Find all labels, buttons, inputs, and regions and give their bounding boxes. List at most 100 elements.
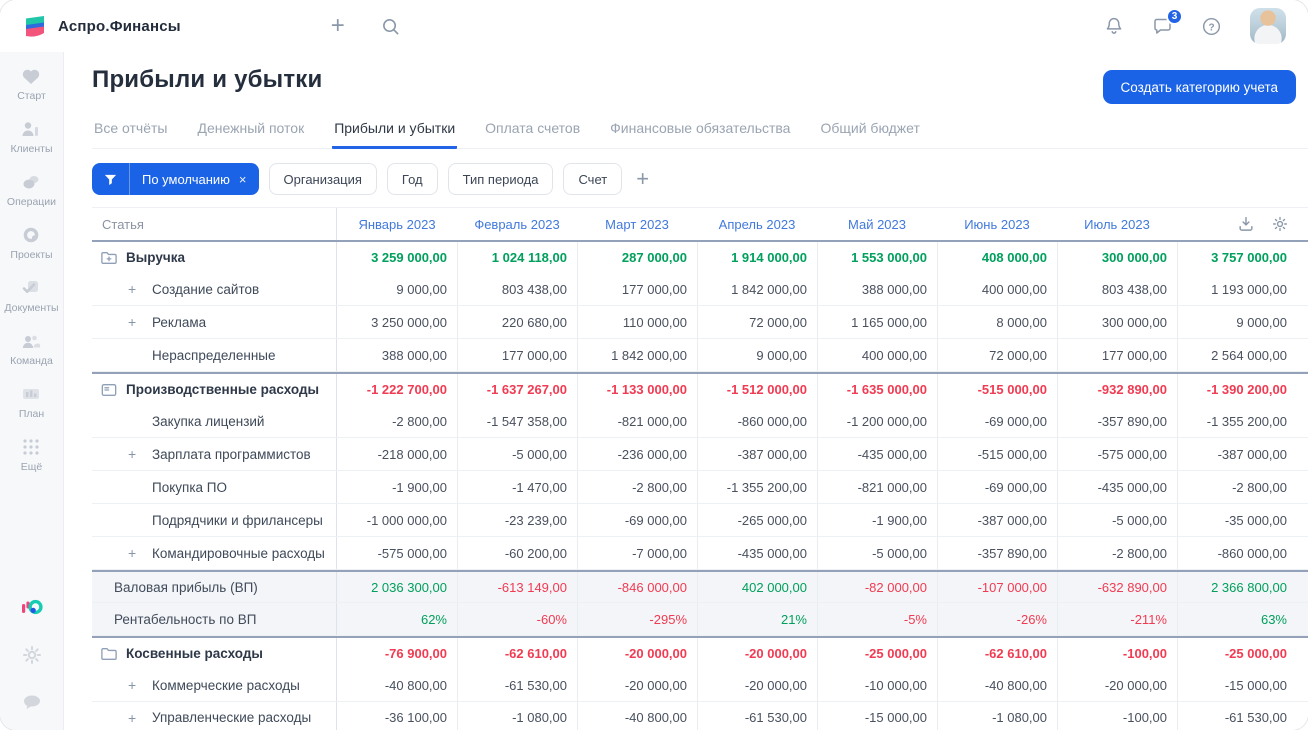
sidebar-item-clients[interactable]: Клиенты — [4, 119, 58, 155]
settings-gear-icon[interactable] — [21, 644, 43, 666]
app-logo-icon — [22, 13, 48, 39]
chat-icon[interactable]: 3 — [1152, 8, 1183, 36]
cell-value: -1 200 000,00 — [817, 405, 937, 437]
cell-value: -1 355 200,00 — [697, 471, 817, 503]
cell-value: 300 000,00 — [1057, 306, 1177, 338]
column-header-month[interactable]: Апрель 2023 — [697, 208, 817, 240]
bell-icon[interactable] — [1104, 16, 1124, 36]
cell-value: -265 000,00 — [697, 504, 817, 536]
cell-value: 400 000,00 — [817, 339, 937, 371]
add-filter-icon[interactable]: + — [636, 168, 649, 190]
table-row[interactable]: Закупка лицензий -2 800,00 -1 547 358,00 -8… — [92, 405, 1308, 438]
sidebar-item-start[interactable]: Старт — [4, 66, 58, 102]
table-row[interactable]: Нераспределенные 388 000,00 177 000,00 1 84… — [92, 339, 1308, 372]
column-header-month[interactable]: Июль 2023 — [1057, 208, 1177, 240]
cell-value: -20 000,00 — [697, 638, 817, 669]
sidebar-item-more[interactable]: Ещё — [4, 437, 58, 473]
column-header-month[interactable]: Март 2023 — [577, 208, 697, 240]
topbar: Аспро.Финансы + 3 ? — [0, 0, 1308, 52]
table-row[interactable]: Выручка 3 259 000,00 1 024 118,00 287 000,0… — [92, 240, 1308, 273]
help-icon[interactable]: ? — [1201, 16, 1222, 37]
table-row[interactable]: + Зарплата программистов -218 000,00 -5 000… — [92, 438, 1308, 471]
sidebar-item-plan[interactable]: План — [4, 384, 58, 420]
cell-value: -1 080,00 — [457, 702, 577, 730]
cell-value: 177 000,00 — [457, 339, 577, 371]
filters-bar: По умолчанию × Организация Год Тип периода… — [92, 163, 1308, 195]
add-icon[interactable]: + — [331, 14, 345, 38]
cell-value: -36 100,00 — [384, 710, 447, 725]
cell-value: -295% — [577, 603, 697, 635]
card-lines-icon — [100, 382, 118, 398]
row-label: Валовая прибыль (ВП) — [114, 579, 258, 595]
tab-6[interactable]: Общий бюджет — [818, 114, 921, 148]
cell-value: -357 890,00 — [1057, 405, 1177, 437]
cell-value: 803 438,00 — [1057, 273, 1177, 305]
expand-plus-icon[interactable]: + — [128, 710, 152, 726]
tab-5[interactable]: Финансовые обязательства — [608, 114, 792, 148]
sidebar-item-label: Ещё — [20, 461, 43, 473]
tab-2[interactable]: Денежный поток — [195, 114, 306, 148]
table-row[interactable]: Покупка ПО -1 900,00 -1 470,00 -2 800,00 -1 … — [92, 471, 1308, 504]
column-header-month[interactable]: Февраль 2023 — [457, 208, 577, 240]
filter-chip[interactable]: Год — [386, 163, 438, 195]
expand-plus-icon[interactable]: + — [128, 677, 152, 693]
tab-1[interactable]: Все отчёты — [92, 114, 169, 148]
expand-plus-icon[interactable]: + — [128, 314, 152, 330]
sidebar-item-team[interactable]: Команда — [4, 331, 58, 367]
table-row[interactable]: Косвенные расходы -76 900,00 -62 610,00 -20… — [92, 636, 1308, 669]
column-header-month[interactable]: Май 2023 — [817, 208, 937, 240]
filter-chip[interactable]: Тип периода — [447, 163, 554, 195]
cell-value: -107 000,00 — [937, 572, 1057, 602]
cell-value: -218 000,00 — [377, 446, 447, 462]
aspro-color-logo-icon[interactable] — [21, 598, 43, 618]
default-filter-pill[interactable]: По умолчанию × — [92, 163, 259, 195]
tab-4[interactable]: Оплата счетов — [483, 114, 582, 148]
table-row[interactable]: + Управленческие расходы -36 100,00 -1 080,… — [92, 702, 1308, 730]
plan-icon — [20, 384, 42, 404]
download-icon[interactable] — [1237, 215, 1255, 233]
table-row[interactable]: Валовая прибыль (ВП) 2 036 300,00 -613 149… — [92, 570, 1308, 603]
expand-plus-icon[interactable]: + — [128, 446, 152, 462]
table-row[interactable]: + Командировочные расходы -575 000,00 -60 2… — [92, 537, 1308, 570]
filter-chip[interactable]: Счет — [563, 163, 623, 195]
table-row[interactable]: Рентабельность по ВП 62% -60% -295% 21% -5% -2… — [92, 603, 1308, 636]
cell-value: 2 564 000,00 — [1177, 339, 1297, 371]
expand-plus-icon[interactable]: + — [128, 545, 152, 561]
cell-value: -1 080,00 — [937, 702, 1057, 730]
cell-value: -20 000,00 — [697, 669, 817, 701]
close-icon[interactable]: × — [237, 172, 259, 187]
row-label: Закупка лицензий — [152, 413, 265, 429]
cell-value: 177 000,00 — [577, 273, 697, 305]
cell-value: 9 000,00 — [396, 281, 447, 297]
avatar[interactable] — [1250, 8, 1286, 44]
cell-value: -932 890,00 — [1057, 374, 1177, 405]
expand-plus-icon[interactable]: + — [128, 281, 152, 297]
cell-value: -1 547 358,00 — [457, 405, 577, 437]
table-row[interactable]: + Создание сайтов 9 000,00 803 438,00 177 00… — [92, 273, 1308, 306]
row-label: Командировочные расходы — [152, 545, 325, 561]
column-header-month[interactable]: Июнь 2023 — [937, 208, 1057, 240]
search-icon[interactable] — [381, 17, 400, 36]
filter-chip[interactable]: Организация — [268, 163, 377, 195]
start-icon — [20, 66, 42, 86]
create-category-button[interactable]: Создать категорию учета — [1102, 70, 1296, 104]
table-settings-gear-icon[interactable] — [1271, 215, 1289, 233]
sidebar-item-documents[interactable]: Документы — [4, 278, 59, 314]
cell-value: -1 222 700,00 — [366, 382, 447, 397]
column-header-month[interactable]: Январь 2023 — [337, 208, 457, 240]
table-row[interactable]: Подрядчики и фрилансеры -1 000 000,00 -23 … — [92, 504, 1308, 537]
table-row[interactable]: + Коммерческие расходы -40 800,00 -61 530,0… — [92, 669, 1308, 702]
sidebar-item-projects[interactable]: Проекты — [4, 225, 58, 261]
sidebar-item-label: План — [18, 408, 45, 420]
sidebar-item-operations[interactable]: Операции — [4, 172, 58, 208]
support-chat-icon[interactable] — [21, 692, 43, 712]
column-header-article: Статья — [92, 208, 337, 240]
folder-icon — [100, 646, 118, 662]
cell-value: -5% — [817, 603, 937, 635]
cell-value: -15 000,00 — [817, 702, 937, 730]
page-title: Прибыли и убытки — [92, 66, 323, 93]
table-row[interactable]: Производственные расходы -1 222 700,00 -1 … — [92, 372, 1308, 405]
tab-3[interactable]: Прибыли и убытки — [332, 114, 458, 149]
cell-value: -846 000,00 — [577, 572, 697, 602]
table-row[interactable]: + Реклама 3 250 000,00 220 680,00 110 000,00… — [92, 306, 1308, 339]
